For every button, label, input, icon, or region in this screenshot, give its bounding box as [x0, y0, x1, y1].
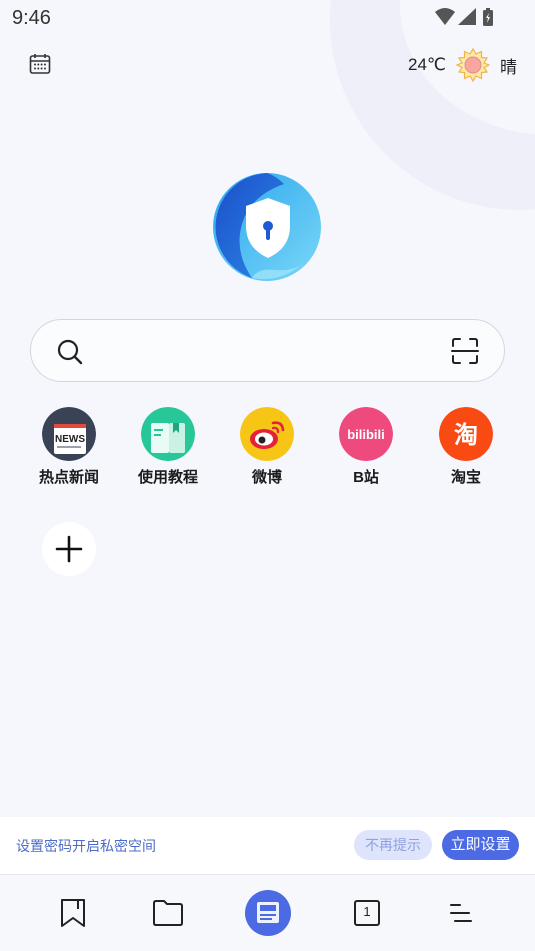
tab-count: 1 [363, 904, 371, 919]
status-time: 9:46 [12, 7, 51, 29]
dont-remind-button[interactable]: 不再提示 [354, 830, 432, 860]
browser-home-screen: 9:46 24℃ 晴 NEWS 热点新闻 使用教程 微博 bilibili B站… [0, 0, 535, 951]
plus-icon [55, 535, 83, 563]
shortcut-label: B站 [353, 469, 379, 486]
shield-lock-logo [213, 173, 321, 281]
newspaper-icon [257, 902, 279, 923]
wifi-icon [435, 8, 455, 25]
tutorial-book-icon [141, 407, 195, 461]
battery-icon [483, 8, 493, 26]
bilibili-icon: bilibili [339, 407, 393, 461]
shortcut-label: 热点新闻 [38, 469, 99, 486]
news-tab-button[interactable] [245, 890, 291, 936]
menu-icon[interactable] [438, 891, 482, 935]
private-space-banner: 设置密码开启私密空间 不再提示 立即设置 [0, 817, 535, 874]
news-icon: NEWS [42, 407, 96, 461]
bottom-nav: 1 [0, 874, 535, 951]
status-bar: 9:46 [0, 0, 535, 38]
taobao-icon: 淘 [439, 407, 493, 461]
shortcut-tutorial[interactable]: 使用教程 [123, 407, 213, 487]
setup-now-button[interactable]: 立即设置 [442, 830, 519, 860]
bookmark-icon[interactable] [51, 891, 95, 935]
search-icon[interactable] [55, 337, 85, 367]
tabs-button[interactable]: 1 [345, 891, 389, 935]
shortcut-taobao[interactable]: 淘 淘宝 [421, 407, 511, 487]
shortcut-bilibili[interactable]: bilibili B站 [321, 407, 411, 487]
folder-icon[interactable] [146, 891, 190, 935]
calendar-icon[interactable] [28, 52, 52, 76]
top-row: 24℃ 晴 [0, 45, 535, 85]
weather-condition: 晴 [500, 57, 517, 77]
shortcut-hot-news[interactable]: NEWS 热点新闻 [24, 407, 114, 487]
weather-widget[interactable]: 24℃ 晴 [408, 47, 517, 83]
banner-text: 设置密码开启私密空间 [16, 838, 156, 854]
svg-text:NEWS: NEWS [55, 434, 85, 445]
weather-temperature: 24℃ [407, 55, 446, 74]
sun-icon [456, 48, 490, 82]
svg-text:bilibili: bilibili [347, 427, 385, 442]
weibo-icon [240, 407, 294, 461]
svg-text:淘: 淘 [454, 421, 478, 449]
scan-icon[interactable] [450, 336, 480, 366]
shortcut-label: 淘宝 [450, 469, 481, 486]
search-bar[interactable] [30, 319, 505, 382]
add-shortcut-button[interactable] [42, 522, 96, 576]
shortcut-label: 微博 [251, 469, 282, 486]
status-icons [435, 8, 493, 26]
cell-signal-icon [458, 8, 476, 25]
shortcut-label: 使用教程 [137, 469, 198, 486]
shortcut-weibo[interactable]: 微博 [222, 407, 312, 487]
